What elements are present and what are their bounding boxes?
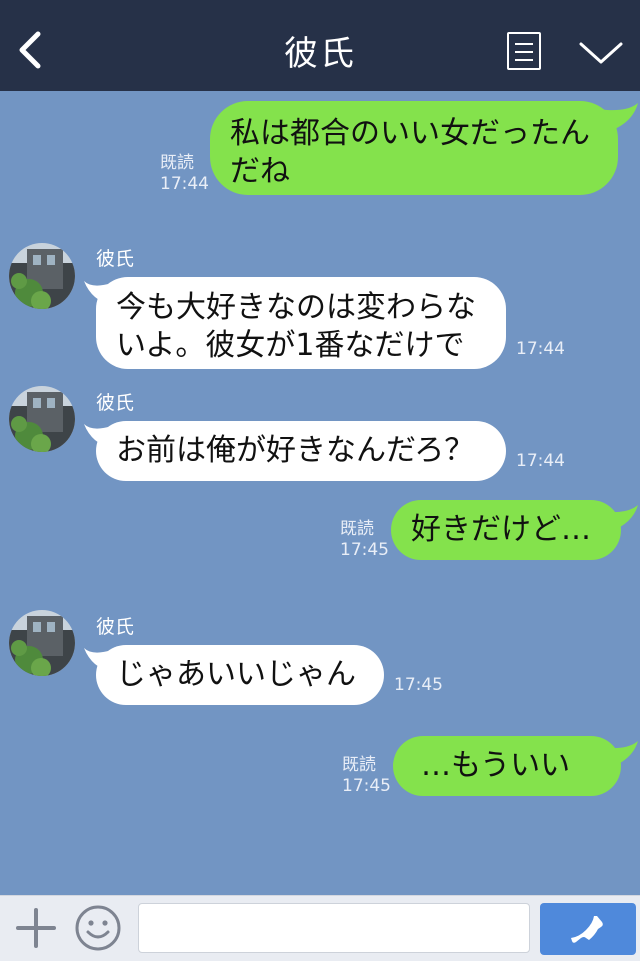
message-text-line: 私は都合のいい女だったん: [230, 116, 590, 151]
read-receipt: 既読 17:45: [342, 755, 391, 796]
sender-name: 彼氏: [96, 392, 135, 414]
message-bubble-received[interactable]: じゃあいいじゃん: [96, 645, 384, 705]
phone-icon: [571, 916, 603, 943]
message-bubble-received[interactable]: 今も大好きなのは変わらな いよ。彼女が1番なだけで: [96, 277, 506, 369]
contact-avatar[interactable]: [9, 386, 75, 452]
message-bubble-sent[interactable]: …もういい: [393, 736, 621, 796]
read-receipt: 既読 17:45: [340, 519, 389, 560]
chevron-down-icon[interactable]: [578, 40, 624, 66]
message-text-line: だね: [230, 154, 290, 189]
message-input[interactable]: [138, 903, 530, 953]
plus-icon[interactable]: [14, 906, 58, 950]
message-bubble-received[interactable]: お前は俺が好きなんだろ？: [96, 421, 506, 481]
message-text-line: 今も大好きなのは変わらな: [116, 290, 476, 325]
call-button[interactable]: [540, 903, 636, 955]
chat-title: 彼氏: [284, 34, 356, 74]
sender-name: 彼氏: [96, 616, 135, 638]
chat-header: 彼氏: [0, 0, 640, 91]
read-receipt: 既読 17:44: [160, 153, 209, 194]
message-bubble-sent[interactable]: 私は都合のいい女だったん だね: [210, 101, 618, 195]
contact-avatar[interactable]: [9, 243, 75, 309]
message-text-line: いよ。彼女が1番なだけで: [116, 328, 465, 363]
message-time: 17:45: [394, 675, 443, 695]
menu-icon[interactable]: [507, 32, 541, 70]
message-composer: [0, 895, 640, 961]
message-time: 17:44: [516, 451, 565, 471]
message-text: 好きだけど…: [411, 512, 591, 547]
chat-area[interactable]: 既読 17:44 私は都合のいい女だったん だね 彼氏 今も大好きなのは変わらな…: [0, 91, 640, 895]
contact-avatar[interactable]: [9, 610, 75, 676]
message-text: …もういい: [421, 748, 571, 783]
sender-name: 彼氏: [96, 248, 135, 270]
message-bubble-sent[interactable]: 好きだけど…: [391, 500, 621, 560]
smile-icon[interactable]: [74, 904, 122, 952]
message-time: 17:44: [516, 339, 565, 359]
message-text: お前は俺が好きなんだろ？: [116, 433, 475, 468]
message-text: じゃあいいじゃん: [116, 657, 356, 692]
